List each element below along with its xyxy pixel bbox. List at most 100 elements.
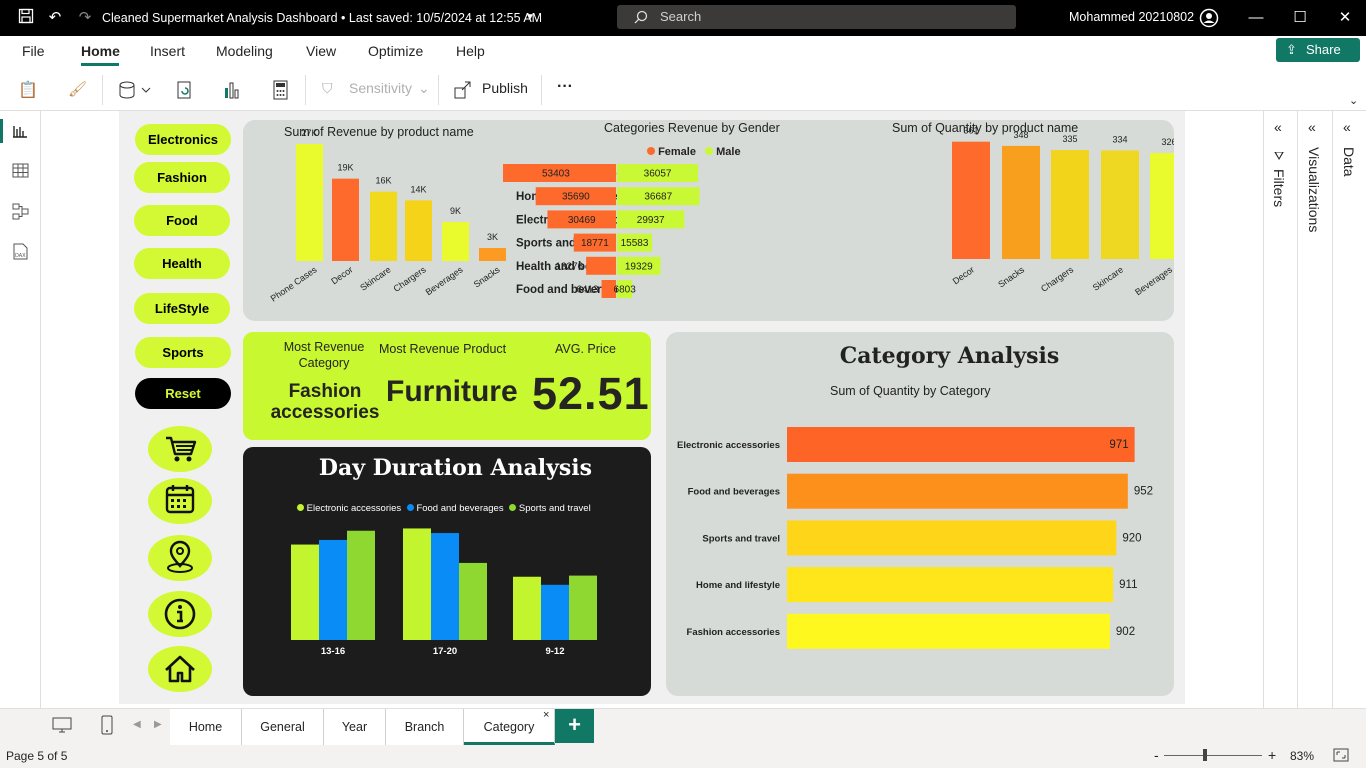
category-bar — [787, 567, 1114, 603]
more-options-icon[interactable]: ··· — [557, 78, 573, 96]
collapse-ribbon-icon[interactable]: ⌄ — [1349, 94, 1358, 107]
chevron-down-icon: ⌄ — [418, 80, 430, 96]
page-tab-branch[interactable]: Branch — [386, 709, 464, 745]
table-view-icon[interactable] — [12, 163, 29, 183]
data-pane-label[interactable]: Data — [1341, 147, 1357, 177]
quantity-data-label: 334 — [1112, 134, 1127, 144]
document-title: Cleaned Supermarket Analysis Dashboard •… — [102, 11, 543, 25]
refresh-icon[interactable] — [175, 80, 195, 105]
paste-icon[interactable]: 📋 — [18, 80, 52, 100]
desktop-layout-icon[interactable] — [52, 717, 72, 738]
revenue-bar — [442, 222, 469, 261]
search-placeholder: Search — [660, 9, 702, 24]
nav-electronics-button[interactable]: Electronics — [135, 124, 231, 155]
add-page-button[interactable]: + — [555, 709, 594, 743]
account-icon[interactable] — [1199, 8, 1219, 28]
format-painter-icon[interactable]: 🖌 — [68, 80, 88, 100]
report-view-icon[interactable] — [12, 123, 28, 144]
revenue-category-label: Skincare — [358, 264, 392, 292]
quantity-category-label: Beverages — [1133, 264, 1174, 297]
share-button[interactable]: ⇪ Share — [1276, 38, 1360, 62]
filters-collapse-icon[interactable]: « — [1274, 119, 1282, 135]
nav-food-button[interactable]: Food — [134, 205, 230, 236]
male-data-label: 6803 — [614, 285, 637, 296]
most-revenue-category-label: Most Revenue Category — [283, 340, 365, 370]
day-duration-bar — [459, 562, 487, 640]
page-tab-category-label: Category — [483, 720, 535, 734]
revenue-bar — [296, 144, 323, 261]
filter-icon: ⛛ — [1274, 149, 1285, 163]
kpi-card: Most Revenue Category Fashion accessorie… — [243, 332, 651, 440]
tab-modeling[interactable]: Modeling — [216, 43, 273, 59]
publish-button[interactable]: Publish — [453, 80, 538, 102]
active-tab-indicator — [81, 63, 119, 66]
side-panes: « ⛛ Filters « Visualizations « Data — [1263, 111, 1366, 745]
sensitivity-button[interactable]: ⛉ Sensitivity ⌄ — [322, 80, 434, 102]
zoom-slider-track[interactable] — [1164, 755, 1262, 756]
female-bar — [586, 256, 616, 275]
nav-fashion-button[interactable]: Fashion — [134, 162, 230, 193]
tab-view[interactable]: View — [306, 43, 336, 59]
revenue-bar — [332, 178, 359, 261]
revenue-bar — [370, 191, 397, 261]
search-box[interactable]: Search — [617, 5, 1016, 29]
prev-page-icon[interactable]: ◀ — [133, 719, 141, 730]
tab-optimize[interactable]: Optimize — [368, 43, 423, 59]
dax-query-icon[interactable]: DAX — [12, 243, 29, 262]
page-tab-category[interactable]: Category × — [464, 709, 555, 745]
category-label: Food and beverages — [688, 487, 780, 498]
close-tab-icon[interactable]: × — [543, 697, 549, 733]
close-icon[interactable]: ✕ — [1335, 8, 1355, 28]
quantity-by-product-chart: 361 Decor 348 Snacks 335 Chargers 334 Skincare 3… — [951, 126, 1174, 297]
tab-insert[interactable]: Insert — [150, 43, 185, 59]
day-duration-category-label: 17-20 — [433, 646, 457, 657]
zoom-out-button[interactable]: - — [1154, 747, 1159, 763]
reset-button[interactable]: Reset — [135, 378, 231, 409]
data-collapse-icon[interactable]: « — [1343, 119, 1351, 135]
visualizations-collapse-icon[interactable]: « — [1308, 119, 1316, 135]
filters-pane-label[interactable]: Filters — [1271, 169, 1287, 207]
nav-lifestyle-button[interactable]: LifeStyle — [134, 293, 230, 324]
page-tab-year[interactable]: Year — [324, 709, 386, 745]
zoom-in-button[interactable]: + — [1268, 747, 1276, 763]
calculator-icon[interactable] — [272, 80, 290, 105]
redo-icon[interactable]: ↷ — [75, 8, 95, 28]
most-revenue-category-value: Fashion accessories — [270, 381, 380, 423]
nav-health-button[interactable]: Health — [134, 248, 230, 279]
title-dropdown-icon[interactable]: ▼ — [520, 8, 540, 28]
home-icon[interactable] — [148, 646, 212, 692]
info-icon[interactable] — [148, 591, 212, 637]
cart-icon[interactable] — [148, 426, 212, 472]
status-bar: Page 5 of 5 - + 83% — [0, 745, 1366, 768]
page-tab-general[interactable]: General — [242, 709, 324, 745]
tab-home[interactable]: Home — [81, 43, 120, 59]
location-icon[interactable] — [148, 535, 212, 581]
next-page-icon[interactable]: ▶ — [154, 719, 162, 730]
report-page: Electronics Fashion Food Health LifeStyl… — [119, 111, 1185, 704]
revenue-category-label: Chargers — [392, 264, 428, 294]
male-data-label: 29937 — [637, 215, 665, 226]
new-visual-icon[interactable] — [222, 80, 242, 105]
ribbon-tabs: File Home Insert Modeling View Optimize … — [0, 36, 1366, 68]
save-icon[interactable] — [16, 8, 36, 28]
maximize-icon[interactable]: ☐ — [1290, 8, 1310, 28]
avg-price-label: AVG. Price — [555, 342, 616, 356]
mobile-layout-icon[interactable] — [101, 715, 113, 740]
fit-to-page-icon[interactable] — [1333, 748, 1349, 765]
visualizations-pane-label[interactable]: Visualizations — [1306, 147, 1322, 232]
female-data-label: 6413 — [576, 285, 599, 296]
model-view-icon[interactable] — [12, 203, 29, 225]
minimize-icon[interactable]: — — [1246, 8, 1266, 28]
category-bar — [787, 473, 1128, 509]
tab-file[interactable]: File — [22, 43, 45, 59]
zoom-slider-thumb[interactable] — [1203, 749, 1207, 761]
view-switcher: DAX — [0, 111, 41, 745]
tab-help[interactable]: Help — [456, 43, 485, 59]
page-tab-home[interactable]: Home — [170, 709, 242, 745]
zoom-level: 83% — [1290, 749, 1315, 763]
get-data-icon[interactable] — [118, 80, 152, 105]
nav-sports-button[interactable]: Sports — [135, 337, 231, 368]
undo-icon[interactable]: ↶ — [45, 8, 65, 28]
female-data-label: 35690 — [562, 192, 590, 203]
calendar-icon[interactable] — [148, 478, 212, 524]
